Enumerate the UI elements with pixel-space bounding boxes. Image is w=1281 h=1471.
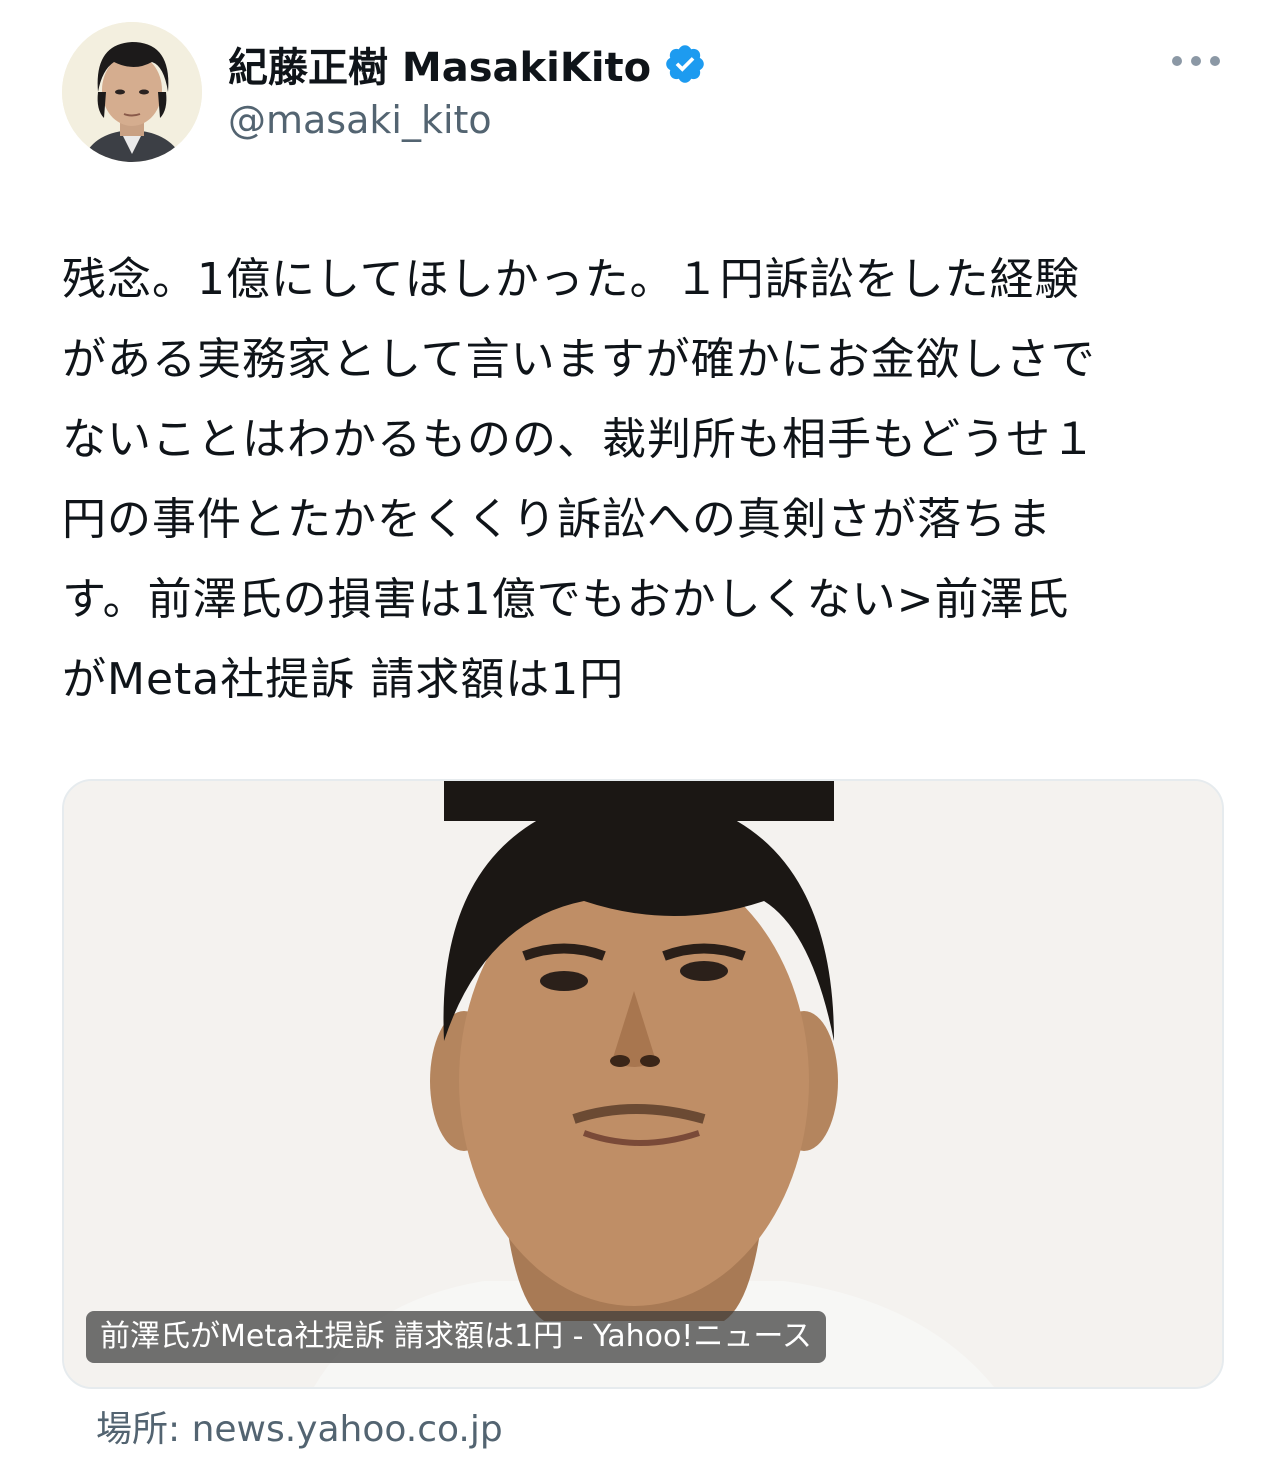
- tweet: 紀藤正樹 MasakiKito @masaki_kito 残念。1億にしてほしか…: [0, 0, 1281, 1471]
- tweet-text-line: がある実務家として言いますが確かにお金欲しさで: [62, 334, 1096, 385]
- avatar-image: [62, 22, 202, 162]
- tweet-text-line: 円の事件とたかをくくり訴訟への真剣さが落ちま: [62, 494, 1052, 545]
- author-avatar[interactable]: [62, 22, 202, 162]
- more-horizontal-icon[interactable]: [1172, 50, 1220, 72]
- link-card-caption[interactable]: 前澤氏がMeta社提訴 請求額は1円 - Yahoo!ニュース: [86, 1311, 826, 1363]
- author-handle[interactable]: @masaki_kito: [228, 98, 492, 142]
- verified-badge-icon: [663, 42, 707, 86]
- link-preview-card[interactable]: 前澤氏がMeta社提訴 請求額は1円 - Yahoo!ニュース: [62, 779, 1224, 1389]
- tweet-text: 残念。1億にしてほしかった。１円訴訟をした経験 がある実務家として言いますが確か…: [62, 240, 1232, 720]
- tweet-text-line: ないことはわかるものの、裁判所も相手もどうせ１: [62, 414, 1097, 465]
- tweet-text-line: す。前澤氏の損害は1億でもおかしくない>前澤氏: [62, 574, 1070, 625]
- tweet-text-line: がMeta社提訴 請求額は1円: [62, 654, 625, 705]
- tweet-text-line: 残念。1億にしてほしかった。１円訴訟をした経験: [62, 254, 1080, 305]
- more-dot: [1172, 56, 1182, 66]
- news-photo-image: [64, 781, 1222, 1387]
- author-display-name[interactable]: 紀藤正樹 MasakiKito: [228, 35, 651, 93]
- link-source[interactable]: 場所: news.yahoo.co.jp: [96, 1400, 503, 1452]
- more-dot: [1191, 56, 1201, 66]
- author-name-row: 紀藤正樹 MasakiKito: [228, 34, 707, 94]
- more-dot: [1210, 56, 1220, 66]
